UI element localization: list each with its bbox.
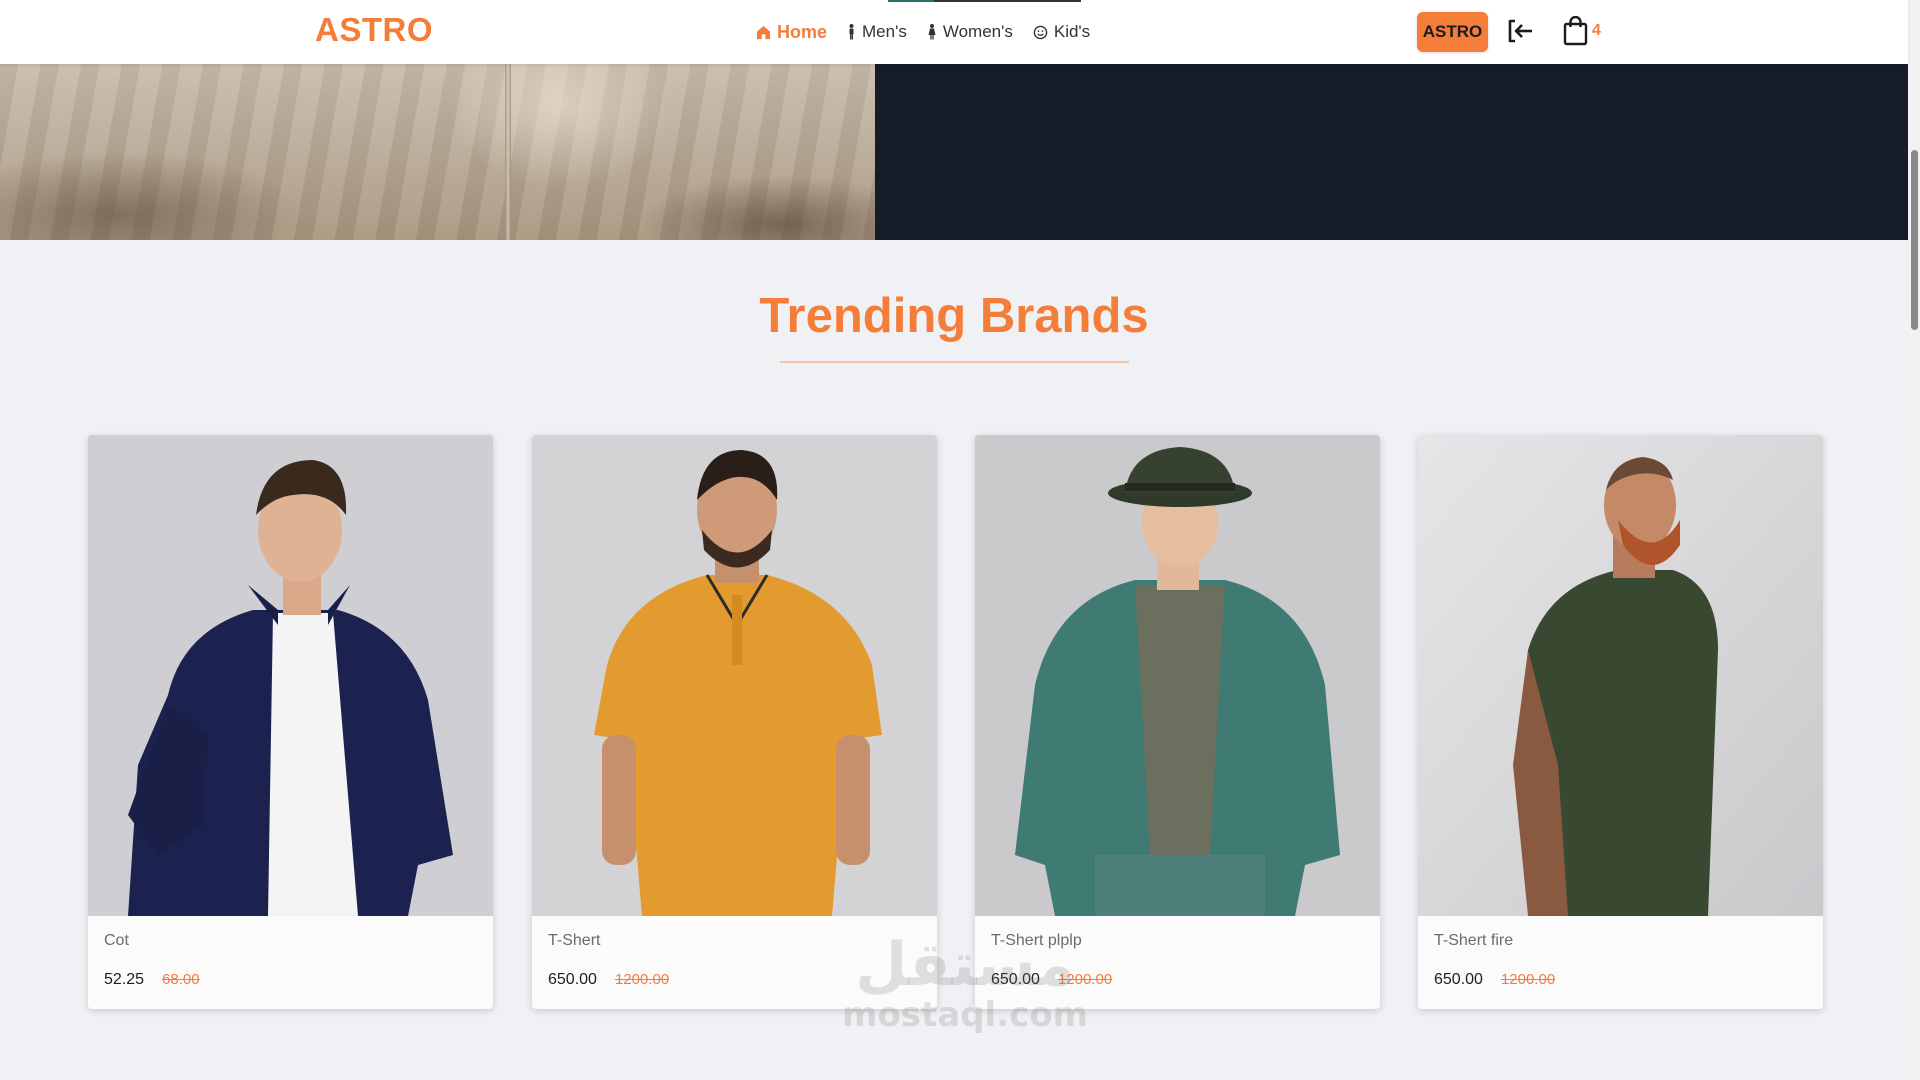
product-image[interactable] — [532, 435, 937, 916]
product-image[interactable] — [975, 435, 1380, 916]
scrollbar-thumb[interactable] — [1911, 150, 1918, 330]
product-name[interactable]: T-Shert fire — [1434, 932, 1513, 950]
main-nav: Home Men's Women's Kid's — [756, 0, 1090, 64]
product-prices: 52.25 68.00 — [104, 971, 200, 989]
nav-kids[interactable]: Kid's — [1033, 22, 1090, 42]
product-price: 650.00 — [991, 971, 1040, 988]
title-underline — [780, 361, 1129, 363]
nav-womens-label: Women's — [942, 22, 1013, 41]
user-account-button[interactable]: ASTRO — [1417, 12, 1488, 52]
nav-womens[interactable]: Women's — [927, 22, 1013, 42]
smile-icon — [1033, 25, 1048, 40]
logout-icon[interactable] — [1506, 18, 1534, 49]
hero-jacket-photo — [0, 64, 875, 240]
nav-home-label: Home — [777, 21, 828, 42]
man-icon — [847, 24, 856, 40]
product-price: 52.25 — [104, 971, 145, 988]
nav-mens-label: Men's — [862, 22, 907, 41]
shopping-bag-icon — [1563, 15, 1588, 51]
nav-mens[interactable]: Men's — [847, 22, 907, 42]
section-title: Trending Brands — [759, 289, 1149, 343]
product-old-price: 1200.00 — [1057, 971, 1113, 988]
product-card[interactable]: T-Shert plplp 650.00 1200.00 — [975, 435, 1380, 1009]
product-prices: 650.00 1200.00 — [1434, 971, 1555, 989]
brand-logo[interactable]: ASTRO — [315, 11, 433, 49]
product-card[interactable]: Cot 52.25 68.00 — [88, 435, 493, 1009]
product-old-price: 1200.00 — [614, 971, 670, 988]
product-name[interactable]: T-Shert plplp — [991, 932, 1082, 950]
product-old-price: 68.00 — [162, 971, 200, 988]
cart-count-badge: 4 — [1592, 22, 1601, 39]
jacket-zipper — [505, 64, 511, 240]
hero-dark-panel — [875, 64, 1908, 240]
product-card[interactable]: T-Shert fire 650.00 1200.00 — [1418, 435, 1823, 1009]
home-icon — [756, 25, 771, 40]
product-price: 650.00 — [1434, 971, 1483, 988]
product-prices: 650.00 1200.00 — [548, 971, 669, 989]
product-card[interactable]: T-Shert 650.00 1200.00 — [532, 435, 937, 1009]
top-navbar: ASTRO Home Men's Women's Kid's ASTRO 4 — [0, 0, 1908, 64]
product-prices: 650.00 1200.00 — [991, 971, 1112, 989]
product-old-price: 1200.00 — [1500, 971, 1556, 988]
product-name[interactable]: T-Shert — [548, 932, 600, 950]
nav-kids-label: Kid's — [1053, 22, 1091, 41]
product-image[interactable] — [1418, 435, 1823, 916]
woman-icon — [927, 24, 937, 40]
nav-home[interactable]: Home — [756, 22, 827, 43]
product-image[interactable] — [88, 435, 493, 916]
product-name[interactable]: Cot — [104, 932, 129, 950]
product-price: 650.00 — [548, 971, 597, 988]
cart-button[interactable]: 4 — [1563, 15, 1601, 51]
